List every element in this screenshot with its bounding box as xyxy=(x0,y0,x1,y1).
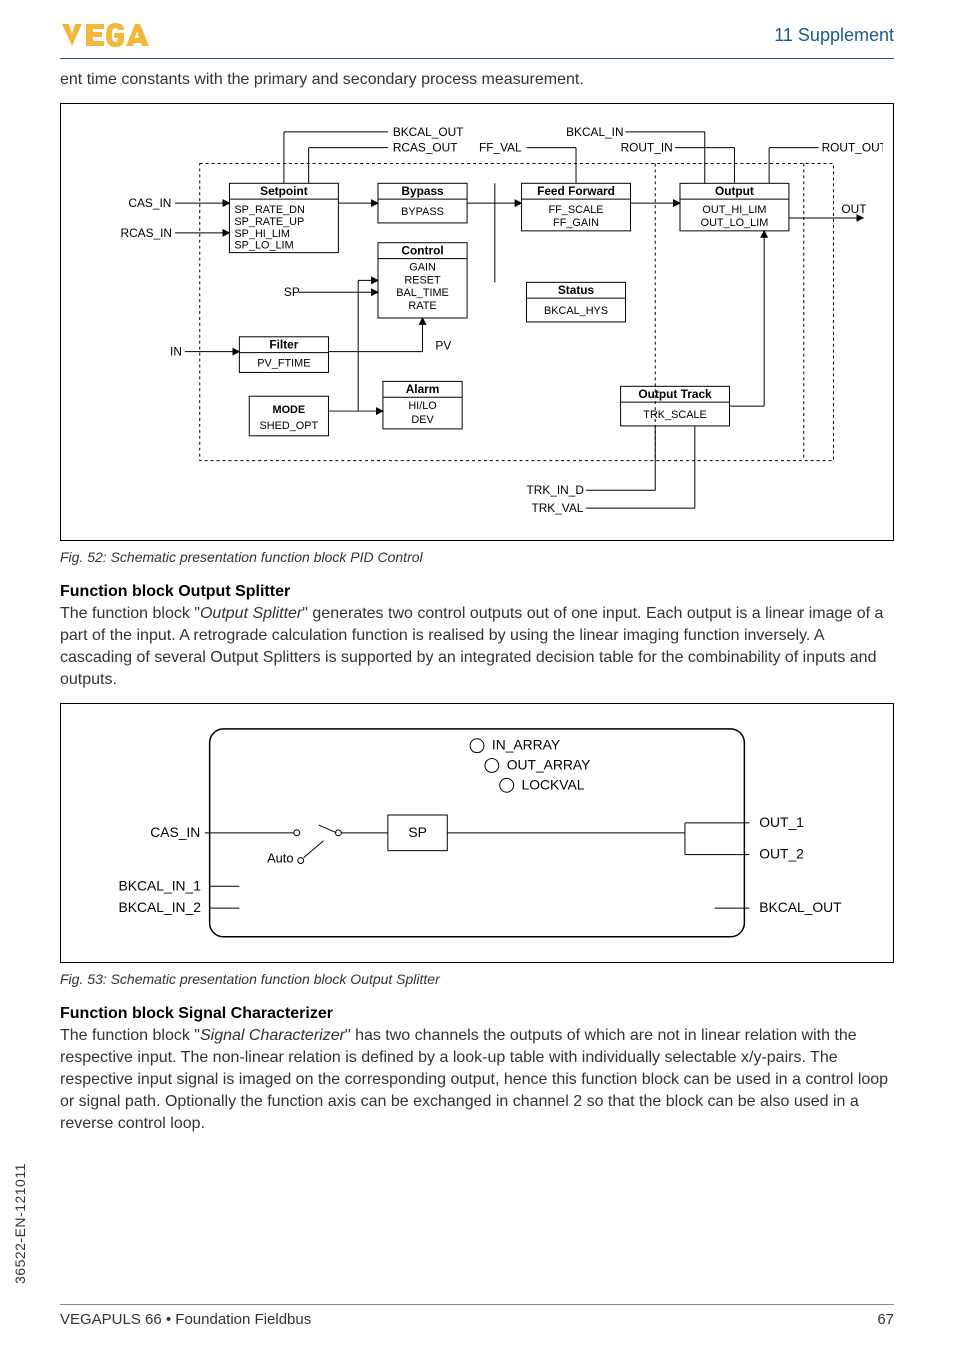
svg-text:FF_VAL: FF_VAL xyxy=(479,141,522,155)
splitter-text: The function block "Output Splitter" gen… xyxy=(60,603,894,691)
signalchar-text-pre: The function block " xyxy=(60,1027,200,1044)
page-footer: VEGAPULS 66 • Foundation Fieldbus 67 xyxy=(60,1304,894,1328)
vega-logo-svg xyxy=(60,18,170,52)
signalchar-heading: Function block Signal Characterizer xyxy=(60,1005,894,1023)
svg-text:FF_SCALE: FF_SCALE xyxy=(549,204,604,216)
svg-text:BKCAL_OUT: BKCAL_OUT xyxy=(393,125,464,139)
splitter-diagram: IN_ARRAY OUT_ARRAY LOCKVAL CAS_IN Auto S… xyxy=(71,714,883,952)
svg-text:IN: IN xyxy=(170,345,182,359)
vega-logo xyxy=(60,18,170,52)
svg-text:SP: SP xyxy=(284,285,300,299)
svg-text:CAS_IN: CAS_IN xyxy=(128,196,171,210)
footer-rule xyxy=(60,1304,894,1305)
svg-text:ROUT_IN: ROUT_IN xyxy=(621,141,673,155)
svg-text:TRK_VAL: TRK_VAL xyxy=(531,501,583,515)
svg-text:RCAS_IN: RCAS_IN xyxy=(121,226,172,240)
svg-text:CAS_IN: CAS_IN xyxy=(150,824,200,840)
signalchar-text: The function block "Signal Characterizer… xyxy=(60,1025,894,1135)
svg-text:OUT_2: OUT_2 xyxy=(759,846,804,862)
splitter-text-pre: The function block " xyxy=(60,605,200,622)
figure-pid-control: Setpoint SP_RATE_DN SP_RATE_UP SP_HI_LIM… xyxy=(60,103,894,541)
svg-text:TRK_IN_D: TRK_IN_D xyxy=(527,483,584,497)
footer-page-number: 67 xyxy=(877,1311,894,1328)
svg-text:Alarm: Alarm xyxy=(406,382,440,396)
svg-text:PV_FTIME: PV_FTIME xyxy=(257,358,310,370)
figure-output-splitter: IN_ARRAY OUT_ARRAY LOCKVAL CAS_IN Auto S… xyxy=(60,703,894,963)
svg-text:TRK_SCALE: TRK_SCALE xyxy=(643,409,706,421)
svg-text:Feed Forward: Feed Forward xyxy=(537,184,615,198)
svg-text:OUT: OUT xyxy=(841,202,866,216)
svg-text:OUT_ARRAY: OUT_ARRAY xyxy=(507,757,591,773)
svg-text:OUT_1: OUT_1 xyxy=(759,814,804,830)
section-title: 11 Supplement xyxy=(774,25,894,46)
svg-text:Output: Output xyxy=(715,184,754,198)
svg-text:SP_HI_LIM: SP_HI_LIM xyxy=(234,228,290,240)
svg-text:BKCAL_HYS: BKCAL_HYS xyxy=(544,305,608,317)
pid-diagram: Setpoint SP_RATE_DN SP_RATE_UP SP_HI_LIM… xyxy=(71,114,883,530)
svg-text:GAIN: GAIN xyxy=(409,262,436,274)
svg-text:ROUT_OUT: ROUT_OUT xyxy=(822,141,883,155)
svg-text:Setpoint: Setpoint xyxy=(260,184,308,198)
svg-text:Bypass: Bypass xyxy=(401,184,444,198)
svg-text:SHED_OPT: SHED_OPT xyxy=(260,420,319,432)
svg-text:Auto: Auto xyxy=(267,851,293,866)
svg-text:SP: SP xyxy=(408,824,427,840)
svg-text:SP_RATE_DN: SP_RATE_DN xyxy=(234,204,305,216)
svg-text:Output Track: Output Track xyxy=(638,387,712,401)
svg-text:OUT_HI_LIM: OUT_HI_LIM xyxy=(702,204,766,216)
intro-text: ent time constants with the primary and … xyxy=(60,69,894,91)
svg-text:BYPASS: BYPASS xyxy=(401,206,444,218)
svg-text:SP_LO_LIM: SP_LO_LIM xyxy=(234,240,293,252)
svg-text:HI/LO: HI/LO xyxy=(408,400,436,412)
fig52-caption: Fig. 52: Schematic presentation function… xyxy=(60,549,894,565)
page-content: ent time constants with the primary and … xyxy=(0,59,954,1135)
svg-text:BKCAL_IN_1: BKCAL_IN_1 xyxy=(119,878,202,894)
side-doc-code: 36522-EN-121011 xyxy=(12,1163,28,1284)
footer-row: VEGAPULS 66 • Foundation Fieldbus 67 xyxy=(60,1311,894,1328)
splitter-text-em: Output Splitter xyxy=(200,605,302,622)
footer-left: VEGAPULS 66 • Foundation Fieldbus xyxy=(60,1311,311,1328)
svg-text:Filter: Filter xyxy=(269,338,298,352)
svg-text:PV: PV xyxy=(435,339,451,353)
svg-text:RESET: RESET xyxy=(404,274,441,286)
svg-text:BKCAL_OUT: BKCAL_OUT xyxy=(759,899,842,915)
signalchar-text-em: Signal Characterizer xyxy=(200,1027,345,1044)
svg-text:SP_RATE_UP: SP_RATE_UP xyxy=(234,216,304,228)
svg-text:RATE: RATE xyxy=(408,300,436,312)
svg-text:Control: Control xyxy=(401,244,443,258)
fig53-caption: Fig. 53: Schematic presentation function… xyxy=(60,971,894,987)
svg-text:DEV: DEV xyxy=(411,414,434,426)
svg-text:LOCKVAL: LOCKVAL xyxy=(522,777,585,793)
splitter-heading: Function block Output Splitter xyxy=(60,583,894,601)
svg-text:BKCAL_IN_2: BKCAL_IN_2 xyxy=(119,899,202,915)
svg-text:OUT_LO_LIM: OUT_LO_LIM xyxy=(701,217,769,229)
svg-text:BKCAL_IN: BKCAL_IN xyxy=(566,125,623,139)
svg-text:BAL_TIME: BAL_TIME xyxy=(396,287,449,299)
svg-text:MODE: MODE xyxy=(273,404,306,416)
svg-text:IN_ARRAY: IN_ARRAY xyxy=(492,737,560,753)
svg-text:FF_GAIN: FF_GAIN xyxy=(553,217,599,229)
page-header: 11 Supplement xyxy=(0,0,954,58)
svg-text:Status: Status xyxy=(558,283,595,297)
svg-text:RCAS_OUT: RCAS_OUT xyxy=(393,141,458,155)
